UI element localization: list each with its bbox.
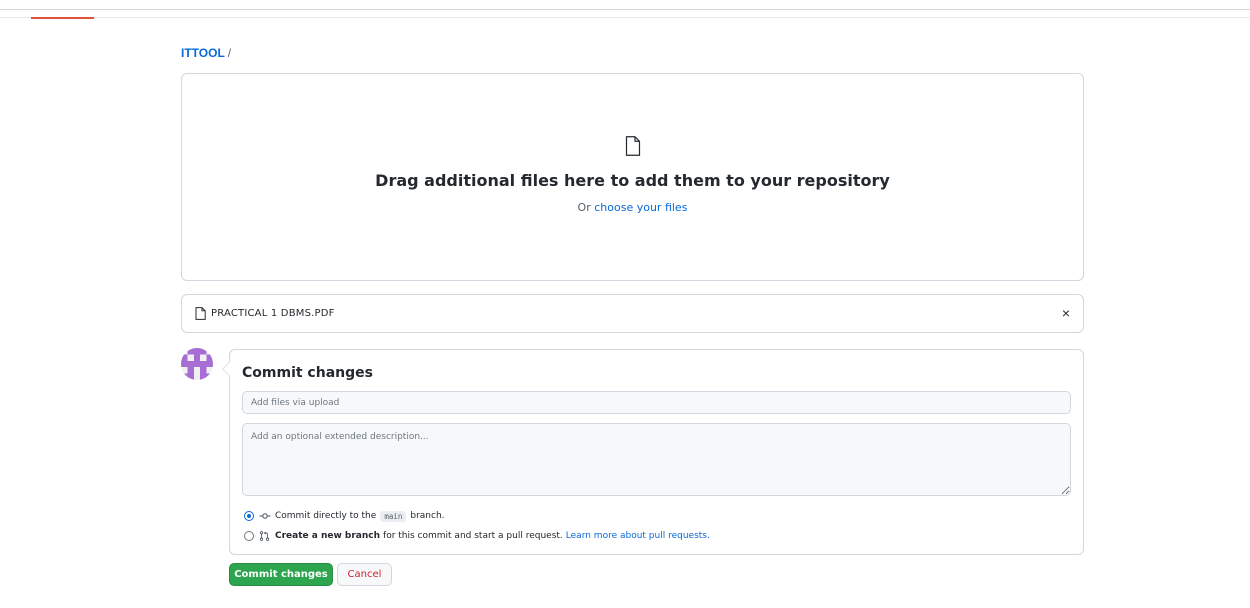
commit-description-textarea[interactable] [242, 423, 1071, 496]
commit-direct-option[interactable]: Commit directly to the main branch. [244, 509, 445, 523]
commit-form: Commit changes Commit directly to the ma… [222, 349, 1084, 555]
remove-file-close-icon[interactable]: × [1058, 305, 1074, 321]
breadcrumb-separator: / [227, 46, 232, 60]
create-branch-bold-text: Create a new branch [275, 531, 381, 541]
breadcrumb: ITTOOL / [181, 46, 231, 60]
commit-direct-radio[interactable] [244, 511, 254, 521]
commit-form-title: Commit changes [242, 365, 373, 381]
dropzone-title: Drag additional files here to add them t… [375, 171, 890, 190]
git-pull-request-icon [259, 531, 270, 541]
dropzone-sub-prefix: Or [577, 201, 591, 214]
branch-name-badge: main [380, 510, 407, 522]
create-branch-text: for this commit and start a pull request… [383, 531, 563, 541]
top-navigation-bar [0, 0, 1250, 19]
file-icon [195, 307, 206, 320]
uploaded-file-name: PRACTICAL 1 DBMS.PDF [211, 308, 335, 319]
git-commit-icon [259, 513, 271, 519]
file-dropzone[interactable]: Drag additional files here to add them t… [181, 73, 1084, 281]
commit-changes-button[interactable]: Commit changes [229, 563, 333, 586]
learn-more-pull-requests-link[interactable]: Learn more about pull requests. [566, 531, 710, 541]
commit-summary-input[interactable] [242, 391, 1071, 414]
choose-files-link[interactable]: choose your files [594, 201, 687, 214]
commit-direct-suffix: branch. [410, 511, 445, 521]
identicon-icon [181, 348, 213, 380]
commit-direct-text: Commit directly to the [275, 511, 377, 521]
uploaded-file-row: PRACTICAL 1 DBMS.PDF × [181, 294, 1084, 333]
cancel-button[interactable]: Cancel [337, 563, 392, 586]
file-icon [625, 136, 641, 156]
divider [0, 9, 1250, 10]
dropzone-subtitle: Or choose your files [182, 201, 1083, 214]
breadcrumb-repo-link[interactable]: ITTOOL [181, 46, 225, 60]
create-branch-option[interactable]: Create a new branch for this commit and … [244, 529, 710, 543]
avatar[interactable] [181, 348, 213, 380]
create-branch-radio[interactable] [244, 531, 254, 541]
active-tab-indicator [31, 17, 94, 19]
